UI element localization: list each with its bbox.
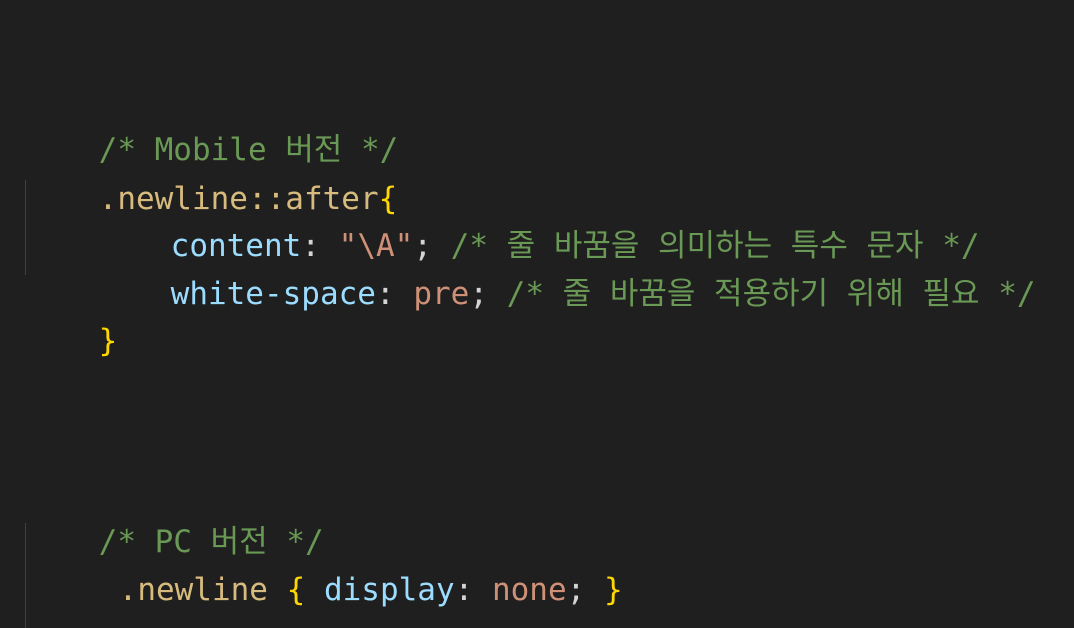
open-brace-token: {	[286, 572, 306, 608]
close-brace-token: }	[603, 572, 623, 608]
colon-token: :	[375, 276, 395, 312]
colon-token: :	[454, 572, 474, 608]
code-line-mobile-close[interactable]: }	[24, 275, 118, 359]
semicolon-token: ;	[469, 276, 488, 312]
code-line-whitespace-decl[interactable]: white-space: pre; /* 줄 바꿈을 적용하기 위해 필요 */	[24, 228, 1036, 312]
code-line-mobile-selector[interactable]: .newline::after{	[24, 133, 398, 217]
code-line-content-decl[interactable]: content: "\A"; /* 줄 바꿈을 의미하는 특수 문자 */	[24, 180, 980, 264]
property-token: display	[323, 572, 455, 608]
code-line-mobile-comment[interactable]: /* Mobile 버전 */	[24, 84, 399, 168]
selector-token: .newline	[118, 572, 268, 608]
value-token: pre	[413, 276, 470, 312]
semicolon-token: ;	[566, 572, 586, 608]
code-editor[interactable]: /* Mobile 버전 */ .newline::after{ content…	[0, 0, 1074, 628]
property-token: white-space	[170, 276, 376, 312]
comment-token: /* 줄 바꿈을 적용하기 위해 필요 */	[506, 276, 1036, 312]
value-token: none	[491, 572, 567, 608]
close-brace-token: }	[98, 323, 118, 359]
code-line-pc-rule[interactable]: .newline { display: none; }	[24, 524, 623, 608]
code-line-pc-comment[interactable]: /* PC 버전 */	[24, 476, 324, 560]
